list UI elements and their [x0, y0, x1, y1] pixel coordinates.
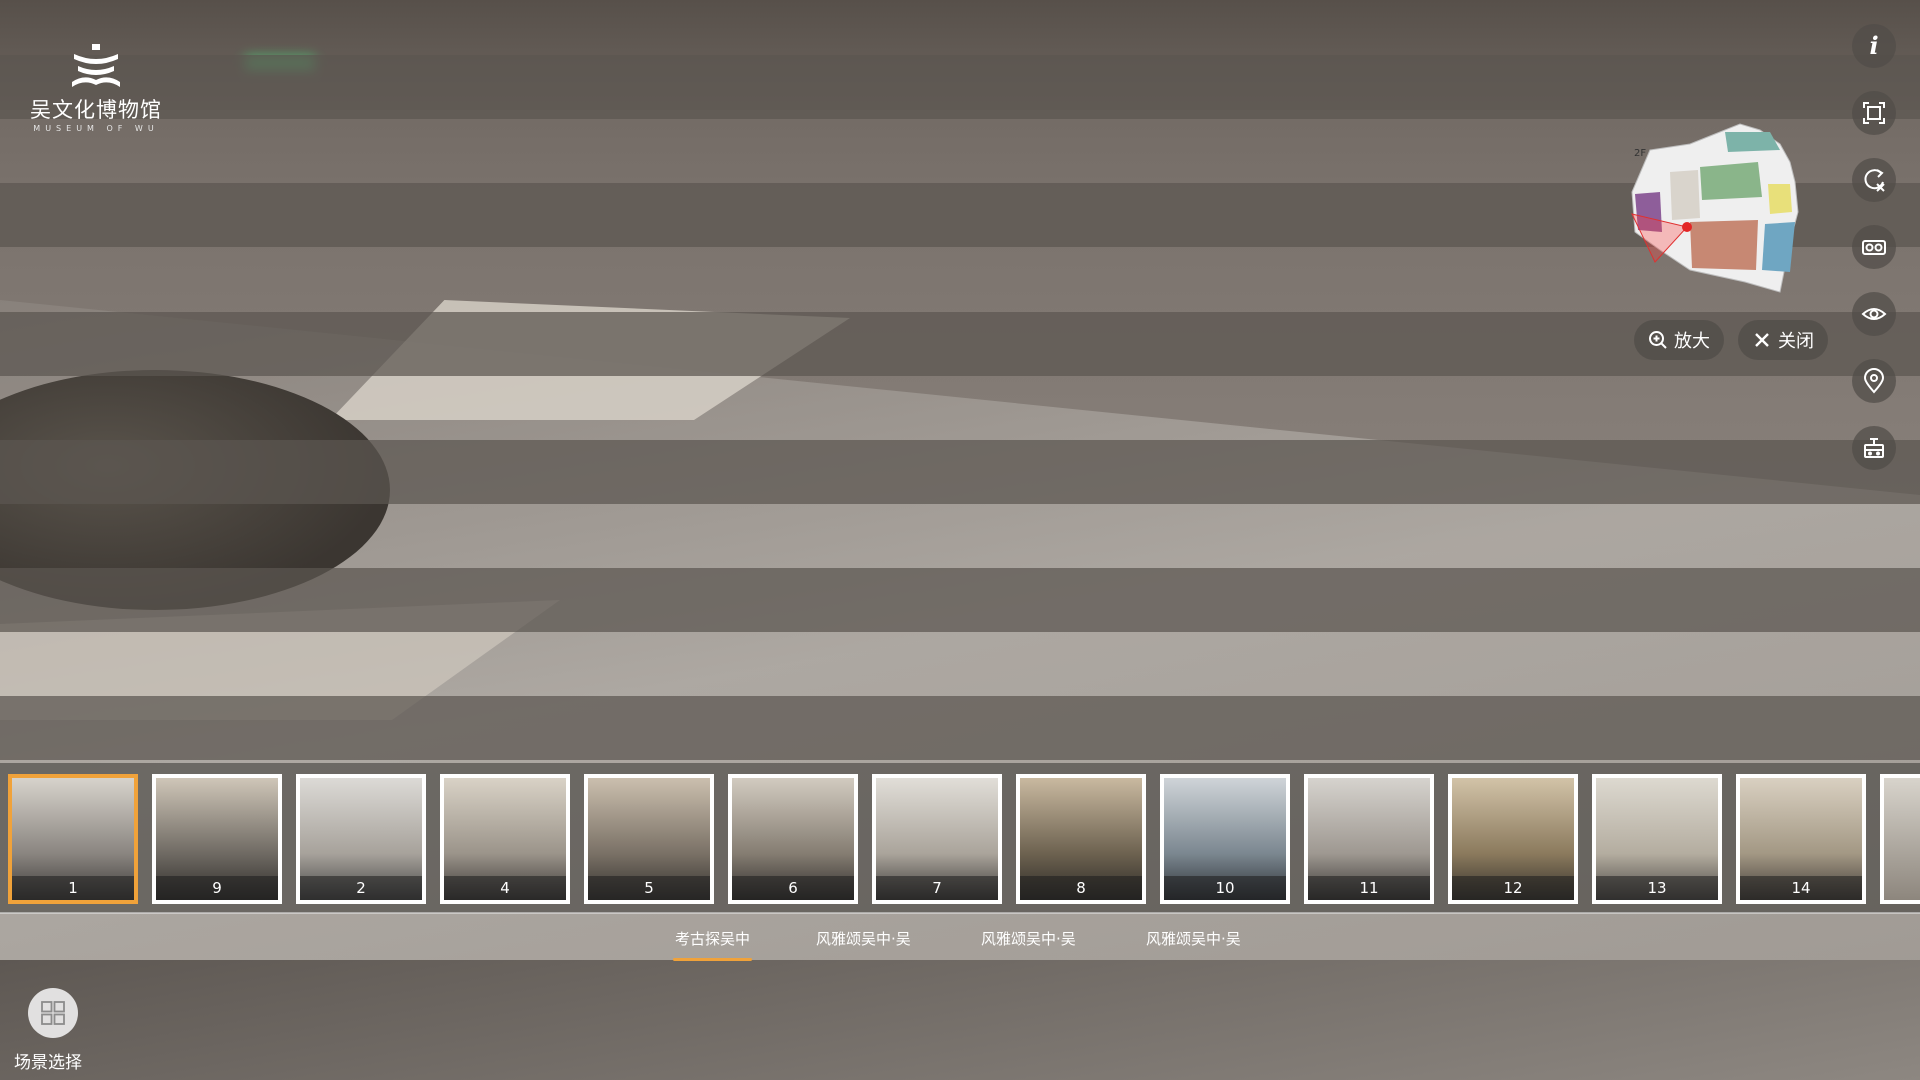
scene-thumbnail[interactable]: 13: [1592, 774, 1722, 904]
scene-thumbnail[interactable]: 11: [1304, 774, 1434, 904]
scene-select-button[interactable]: 场景选择: [14, 988, 94, 1073]
scene-thumbnail[interactable]: 4: [440, 774, 570, 904]
scene-thumbnail[interactable]: 2: [296, 774, 426, 904]
auto-rotate-icon: [1864, 169, 1885, 192]
grid-icon: [28, 988, 78, 1038]
minimap-zone-red: [1690, 220, 1758, 270]
location-pin-icon: [1863, 368, 1885, 394]
scene-thumbnail[interactable]: 6: [728, 774, 858, 904]
robot-guide-icon: [1864, 438, 1884, 458]
category-tab[interactable]: 风雅颂吴中·吴: [981, 928, 1076, 949]
thumbnail-label: 6: [732, 876, 854, 900]
info-icon: i: [1869, 31, 1879, 60]
close-map-button[interactable]: 关闭: [1738, 320, 1828, 360]
scan-band: [0, 55, 1920, 119]
scene-thumbnail[interactable]: 10: [1160, 774, 1290, 904]
scan-band: [0, 312, 1920, 376]
thumbnail-label: 10: [1164, 876, 1286, 900]
scene-thumbnail[interactable]: 7: [872, 774, 1002, 904]
scene-thumbnail[interactable]: 12: [1448, 774, 1578, 904]
fullscreen-icon: [1863, 102, 1885, 124]
category-tabs: 考古探吴中 风雅颂吴中·吴 风雅颂吴中·吴 风雅颂吴中·吴: [0, 928, 1920, 961]
eye-icon: [1861, 308, 1887, 320]
floor-minimap[interactable]: 2F: [1630, 122, 1830, 297]
auto-rotate-button[interactable]: [1852, 158, 1896, 202]
museum-logo: 吴文化博物馆 MUSEUM OF WU: [26, 44, 166, 133]
minimap-floor-label: 2F: [1634, 148, 1646, 159]
view-toggle-button[interactable]: [1852, 292, 1896, 336]
minimap-zone-green: [1700, 162, 1762, 200]
minimap-zone-yellow: [1768, 184, 1792, 214]
museum-emblem-icon: [72, 44, 120, 87]
thumbnail-label: 8: [1020, 876, 1142, 900]
thumbnail-label: 9: [156, 876, 278, 900]
zoom-map-label: 放大: [1674, 331, 1710, 352]
minimap-position-marker: [1682, 222, 1692, 232]
close-map-label: 关闭: [1778, 331, 1814, 352]
thumbnail-label: 14: [1740, 876, 1862, 900]
thumbnail-label: 12: [1452, 876, 1574, 900]
scan-band: [0, 568, 1920, 632]
vr-glasses-icon: [1862, 240, 1886, 255]
thumbnail-label: 2: [300, 876, 422, 900]
scene-thumbnail[interactable]: 14: [1736, 774, 1866, 904]
scene-thumbnail[interactable]: 9: [152, 774, 282, 904]
scan-band: [0, 696, 1920, 760]
thumbnail-label: 1: [12, 876, 134, 900]
category-tab[interactable]: 考古探吴中: [672, 928, 753, 961]
thumbnail-label: 5: [588, 876, 710, 900]
guide-button[interactable]: [1852, 426, 1896, 470]
minimap-zone-gray: [1670, 170, 1700, 220]
info-button[interactable]: i: [1852, 24, 1896, 68]
scene-select-label: 场景选择: [14, 1053, 82, 1073]
logo-name-en: MUSEUM OF WU: [33, 124, 159, 133]
minimap-zone-blue: [1762, 222, 1795, 272]
thumbnail-label: 7: [876, 876, 998, 900]
location-button[interactable]: [1852, 359, 1896, 403]
minimap-zone-teal: [1725, 132, 1780, 152]
category-tab[interactable]: 风雅颂吴中·吴: [816, 928, 911, 949]
thumbnail-label: 13: [1596, 876, 1718, 900]
vr-mode-button[interactable]: [1852, 225, 1896, 269]
scene-thumbnail[interactable]: 8: [1016, 774, 1146, 904]
zoom-map-button[interactable]: 放大: [1634, 320, 1724, 360]
close-icon: [1755, 333, 1769, 347]
thumbnail-label: 4: [444, 876, 566, 900]
logo-name-cn: 吴文化博物馆: [30, 98, 162, 122]
scan-band: [0, 440, 1920, 504]
fullscreen-button[interactable]: [1852, 91, 1896, 135]
scene-thumbnail[interactable]: 5: [584, 774, 714, 904]
scene-thumbnail[interactable]: 1: [8, 774, 138, 904]
thumbnail-label: 11: [1308, 876, 1430, 900]
strip-divider: [0, 912, 1920, 914]
panorama-floor-dark: [0, 960, 1920, 1080]
scene-thumbnail-partial[interactable]: [1880, 774, 1920, 904]
right-toolbar: i: [1852, 24, 1896, 493]
zoom-in-icon: [1649, 331, 1667, 349]
category-tab[interactable]: 风雅颂吴中·吴: [1146, 928, 1241, 949]
